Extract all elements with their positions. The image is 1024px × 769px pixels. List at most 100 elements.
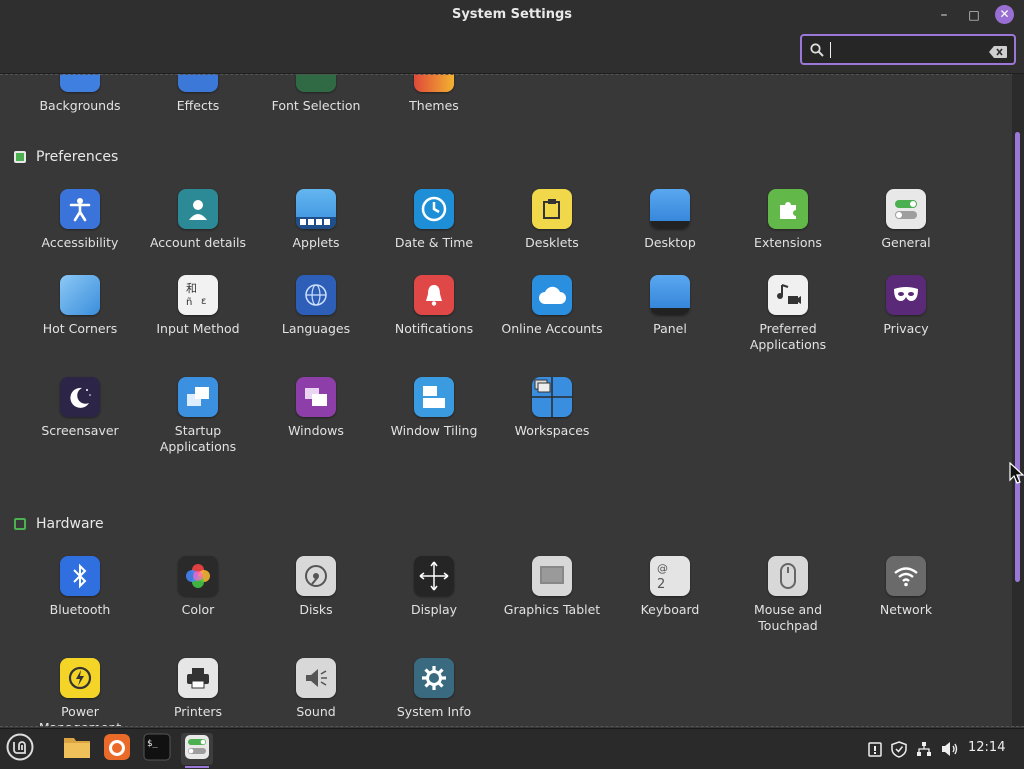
- tile-input-method[interactable]: 和εñ Input Method: [139, 275, 257, 337]
- svg-text:和: 和: [186, 282, 197, 295]
- accessibility-icon: [60, 189, 100, 229]
- tile-account-details[interactable]: Account details: [139, 189, 257, 251]
- bluetooth-icon: [60, 556, 100, 596]
- taskbar-system-settings[interactable]: [181, 733, 213, 768]
- tile-windows[interactable]: Windows: [257, 377, 375, 439]
- tile-display[interactable]: Display: [375, 556, 493, 618]
- tile-power-management[interactable]: Power Management: [21, 658, 139, 726]
- graphics-tablet-icon: [532, 556, 572, 596]
- panel-icon: [650, 275, 690, 315]
- account-details-icon: [178, 189, 218, 229]
- tile-extensions[interactable]: Extensions: [729, 189, 847, 251]
- languages-icon: [296, 275, 336, 315]
- tile-themes[interactable]: Themes: [375, 74, 493, 114]
- windows-icon: [296, 377, 336, 417]
- menu-icon: [6, 733, 34, 765]
- tile-notifications[interactable]: Notifications: [375, 275, 493, 337]
- clear-search-icon[interactable]: [989, 43, 1007, 62]
- startup-applications-icon: [178, 377, 218, 417]
- svg-text:ñ: ñ: [186, 297, 192, 308]
- tile-applets[interactable]: Applets: [257, 189, 375, 251]
- network-icon: [886, 556, 926, 596]
- tile-startup-applications[interactable]: Startup Applications: [139, 377, 257, 455]
- content-bottom-divider: [0, 726, 1024, 727]
- extensions-icon: [768, 189, 808, 229]
- tile-system-info[interactable]: System Info: [375, 658, 493, 720]
- minimize-button[interactable]: –: [934, 5, 954, 25]
- input-method-icon: 和εñ: [178, 275, 218, 315]
- tile-mouse-and-touchpad[interactable]: Mouse and Touchpad: [729, 556, 847, 634]
- taskbar-files[interactable]: [61, 733, 93, 765]
- screensaver-icon: [60, 377, 100, 417]
- tile-effects[interactable]: Effects: [139, 74, 257, 114]
- svg-text:@: @: [657, 562, 668, 575]
- workspaces-icon: [532, 377, 572, 417]
- backgrounds-icon: [60, 74, 100, 92]
- files-icon: [62, 734, 92, 764]
- tile-keyboard[interactable]: @2 Keyboard: [611, 556, 729, 618]
- menu-button[interactable]: [4, 733, 36, 765]
- scrollbar-thumb[interactable]: [1015, 132, 1020, 582]
- notice-icon[interactable]: [866, 740, 884, 758]
- preferences-category-icon: [14, 151, 26, 163]
- font-selection-icon: [296, 74, 336, 92]
- tile-network[interactable]: Network: [847, 556, 965, 618]
- content-top-divider: [0, 74, 1024, 75]
- hot-corners-icon: [60, 275, 100, 315]
- tile-accessibility[interactable]: Accessibility: [21, 189, 139, 251]
- network-tray-icon[interactable]: [915, 740, 933, 758]
- tile-color[interactable]: Color: [139, 556, 257, 618]
- search-input[interactable]: [830, 40, 984, 62]
- tile-disks[interactable]: Disks: [257, 556, 375, 618]
- tile-privacy[interactable]: Privacy: [847, 275, 965, 337]
- search-box[interactable]: [800, 34, 1016, 65]
- hardware-category-icon: [14, 518, 26, 530]
- tile-general[interactable]: General: [847, 189, 965, 251]
- tile-languages[interactable]: Languages: [257, 275, 375, 337]
- tile-hot-corners[interactable]: Hot Corners: [21, 275, 139, 337]
- volume-icon[interactable]: [941, 740, 959, 758]
- tile-sound[interactable]: Sound: [257, 658, 375, 720]
- disks-icon: [296, 556, 336, 596]
- tile-panel[interactable]: Panel: [611, 275, 729, 337]
- tile-printers[interactable]: Printers: [139, 658, 257, 720]
- svg-text:$_: $_: [147, 739, 158, 749]
- keyboard-icon: @2: [650, 556, 690, 596]
- tile-preferred-applications[interactable]: Preferred Applications: [729, 275, 847, 353]
- tile-backgrounds[interactable]: Backgrounds: [21, 74, 139, 114]
- tile-desklets[interactable]: Desklets: [493, 189, 611, 251]
- clock[interactable]: 12:14: [968, 740, 1005, 755]
- taskbar-firefox[interactable]: [101, 733, 133, 765]
- shield-icon[interactable]: [890, 740, 908, 758]
- category-title: Hardware: [36, 516, 104, 532]
- category-header-hardware: Hardware: [14, 516, 104, 532]
- close-button[interactable]: ✕: [995, 5, 1014, 24]
- desktop-icon: [650, 189, 690, 229]
- system-settings-icon: [184, 734, 210, 764]
- tile-online-accounts[interactable]: Online Accounts: [493, 275, 611, 337]
- taskbar: $_ 12:14: [0, 728, 1024, 769]
- effects-icon: [178, 74, 218, 92]
- desklets-icon: [532, 189, 572, 229]
- title-bar: System Settings – □ ✕: [0, 0, 1024, 74]
- tile-font-selection[interactable]: Font Selection: [257, 74, 375, 114]
- privacy-icon: [886, 275, 926, 315]
- tile-graphics-tablet[interactable]: Graphics Tablet: [493, 556, 611, 618]
- general-icon: [886, 189, 926, 229]
- printer-icon: [178, 658, 218, 698]
- search-icon: [810, 42, 824, 61]
- taskbar-terminal[interactable]: $_: [141, 733, 173, 765]
- mouse-icon: [768, 556, 808, 596]
- tile-screensaver[interactable]: Screensaver: [21, 377, 139, 439]
- tile-bluetooth[interactable]: Bluetooth: [21, 556, 139, 618]
- window-tiling-icon: [414, 377, 454, 417]
- online-accounts-icon: [532, 275, 572, 315]
- tile-workspaces[interactable]: Workspaces: [493, 377, 611, 439]
- tile-date-time[interactable]: Date & Time: [375, 189, 493, 251]
- power-icon: [60, 658, 100, 698]
- tile-desktop[interactable]: Desktop: [611, 189, 729, 251]
- maximize-button[interactable]: □: [964, 5, 984, 25]
- mouse-pointer-icon: [1009, 461, 1024, 488]
- applets-icon: [296, 189, 336, 229]
- tile-window-tiling[interactable]: Window Tiling: [375, 377, 493, 439]
